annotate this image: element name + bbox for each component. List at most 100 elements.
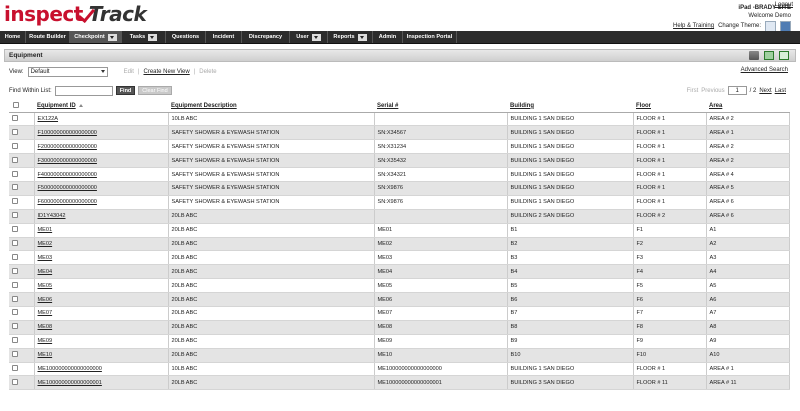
cell-equipment-id[interactable]: ME09 [34, 334, 169, 349]
first-page-link[interactable]: First [687, 88, 699, 94]
next-page-link[interactable]: Next [759, 88, 771, 94]
row-checkbox[interactable] [12, 351, 18, 358]
table-row[interactable]: F300000000000000000 SAFETY SHOWER & EYEWA… [9, 153, 790, 169]
help-training-link[interactable]: Help & Training [673, 23, 714, 31]
nav-item-reports[interactable]: Reports [328, 31, 373, 43]
cell-equipment-id[interactable]: F500000000000000000 [34, 181, 169, 196]
inspecttrack-logo[interactable]: inspect Track [4, 1, 147, 27]
row-checkbox[interactable] [12, 364, 18, 371]
cell-equipment-id[interactable]: F200000000000000000 [34, 139, 169, 155]
table-row[interactable]: ME03 20LB ABC ME03 B3 F3 A3 [9, 250, 790, 266]
row-checkbox[interactable] [12, 281, 18, 288]
table-row[interactable]: F600000000000000000 SAFETY SHOWER & EYEWA… [9, 195, 790, 210]
delete-view-link[interactable]: Delete [199, 69, 216, 75]
column-header-area[interactable]: Area [706, 100, 789, 113]
table-row[interactable]: ME06 20LB ABC ME06 B6 F6 A6 [9, 292, 790, 307]
nav-item-checkpoint[interactable]: Checkpoint [70, 31, 122, 43]
nav-item-admin[interactable]: Admin [373, 31, 403, 43]
find-button[interactable]: Find [115, 86, 136, 95]
nav-item-route-builder[interactable]: Route Builder [26, 31, 70, 43]
table-row[interactable]: ME100000000000000000 10LB ABC ME1000000000… [9, 362, 790, 377]
cell-equipment-id[interactable]: ME08 [34, 320, 169, 335]
row-checkbox[interactable] [12, 378, 18, 385]
cell-equipment-id[interactable]: ME06 [34, 292, 169, 307]
table-row[interactable]: ME08 20LB ABC ME08 B8 F8 A8 [9, 320, 790, 335]
cell-equipment-id[interactable]: F300000000000000000 [34, 153, 169, 169]
edit-view-link[interactable]: Edit [124, 69, 134, 75]
cell-equipment-id[interactable]: F400000000000000000 [34, 167, 169, 182]
row-checkbox[interactable] [12, 184, 18, 191]
excel-icon[interactable] [779, 51, 789, 60]
cell-equipment-id[interactable]: ME04 [34, 264, 169, 280]
select-all-checkbox[interactable] [13, 101, 19, 108]
table-row[interactable]: F400000000000000000 SAFETY SHOWER & EYEWA… [9, 167, 790, 182]
cell-equipment-id[interactable]: ID1Y43042 [34, 209, 169, 224]
table-row[interactable]: ME04 20LB ABC ME04 B4 F4 A4 [9, 264, 790, 280]
nav-item-questions[interactable]: Questions [166, 31, 206, 43]
table-row[interactable]: F500000000000000000 SAFETY SHOWER & EYEWA… [9, 181, 790, 196]
nav-item-incident[interactable]: Incident [206, 31, 242, 43]
table-row[interactable]: ME09 20LB ABC ME09 B9 F9 A9 [9, 334, 790, 349]
nav-item-discrepancy[interactable]: Discrepancy [242, 31, 290, 43]
table-row[interactable]: F200000000000000000 SAFETY SHOWER & EYEWA… [9, 139, 790, 155]
last-page-link[interactable]: Last [775, 88, 786, 94]
create-view-link[interactable]: Create New View [143, 69, 189, 75]
row-checkbox[interactable] [12, 337, 18, 344]
page-number-input[interactable]: 1 [727, 86, 747, 95]
nav-item-inspection-portal[interactable]: Inspection Portal [403, 31, 457, 43]
printer-icon[interactable] [749, 51, 759, 60]
row-checkbox[interactable] [12, 323, 18, 330]
column-header-building[interactable]: Building [507, 100, 633, 113]
chevron-down-icon[interactable] [148, 33, 158, 41]
chevron-down-icon[interactable] [107, 33, 117, 41]
column-header-description[interactable]: Equipment Description [168, 100, 374, 113]
cell-equipment-id[interactable]: ME05 [34, 278, 169, 294]
column-header-equipment-id[interactable]: Equipment ID [34, 100, 168, 113]
row-checkbox[interactable] [12, 142, 18, 149]
nav-item-home[interactable]: Home [0, 31, 26, 43]
row-checkbox[interactable] [12, 170, 18, 177]
cell-equipment-id[interactable]: EX122A [34, 112, 169, 127]
export-icon[interactable] [764, 51, 774, 60]
table-row[interactable]: EX122A 10LB ABC BUILDING 1 SAN DIEGO FLOOR … [9, 112, 790, 127]
table-row[interactable]: F100000000000000000 SAFETY SHOWER & EYEWA… [9, 125, 790, 141]
cell-equipment-id[interactable]: ME10 [34, 348, 169, 363]
row-checkbox[interactable] [12, 267, 18, 274]
cell-equipment-id[interactable]: ME100000000000000000 [34, 362, 169, 377]
nav-item-user[interactable]: User [290, 31, 328, 43]
view-select[interactable]: Default [27, 66, 108, 77]
table-row[interactable]: ME100000000000000001 20LB ABC ME1000000000… [9, 375, 790, 391]
nav-item-tasks[interactable]: Tasks [122, 31, 166, 43]
previous-page-link[interactable]: Previous [701, 88, 724, 94]
cell-equipment-id[interactable]: ME01 [34, 223, 169, 238]
chevron-down-icon[interactable] [357, 33, 367, 41]
cell-equipment-id[interactable]: ME100000000000000001 [34, 375, 169, 391]
table-row[interactable]: ME07 20LB ABC ME07 B7 F7 A7 [9, 306, 790, 321]
cell-equipment-id[interactable]: ME02 [34, 237, 169, 252]
row-checkbox[interactable] [12, 253, 18, 260]
table-row[interactable]: ME02 20LB ABC ME02 B2 F2 A2 [9, 237, 790, 252]
row-checkbox[interactable] [12, 295, 18, 302]
chevron-down-icon[interactable] [311, 33, 321, 41]
row-checkbox[interactable] [12, 226, 18, 233]
cell-equipment-id[interactable]: F600000000000000000 [34, 195, 169, 210]
logout-link[interactable]: Logout [775, 2, 793, 8]
row-checkbox[interactable] [12, 212, 18, 219]
column-header-floor[interactable]: Floor [633, 100, 706, 113]
advanced-search-link[interactable]: Advanced Search [741, 67, 788, 73]
row-checkbox[interactable] [12, 239, 18, 246]
table-row[interactable]: ME01 20LB ABC ME01 B1 F1 A1 [9, 223, 790, 238]
table-row[interactable]: ME05 20LB ABC ME05 B5 F5 A5 [9, 278, 790, 294]
cell-equipment-id[interactable]: F100000000000000000 [34, 125, 169, 141]
row-checkbox[interactable] [12, 114, 18, 121]
cell-equipment-id[interactable]: ME03 [34, 250, 169, 266]
table-row[interactable]: ME10 20LB ABC ME10 B10 F10 A10 [9, 348, 790, 363]
clear-find-button[interactable]: Clear Find [138, 86, 172, 95]
row-checkbox[interactable] [12, 128, 18, 135]
row-checkbox[interactable] [12, 198, 18, 205]
row-checkbox[interactable] [12, 156, 18, 163]
row-checkbox[interactable] [12, 309, 18, 316]
cell-equipment-id[interactable]: ME07 [34, 306, 169, 321]
find-input[interactable] [54, 85, 113, 96]
table-row[interactable]: ID1Y43042 20LB ABC BUILDING 2 SAN DIEGO FLO… [9, 209, 790, 224]
